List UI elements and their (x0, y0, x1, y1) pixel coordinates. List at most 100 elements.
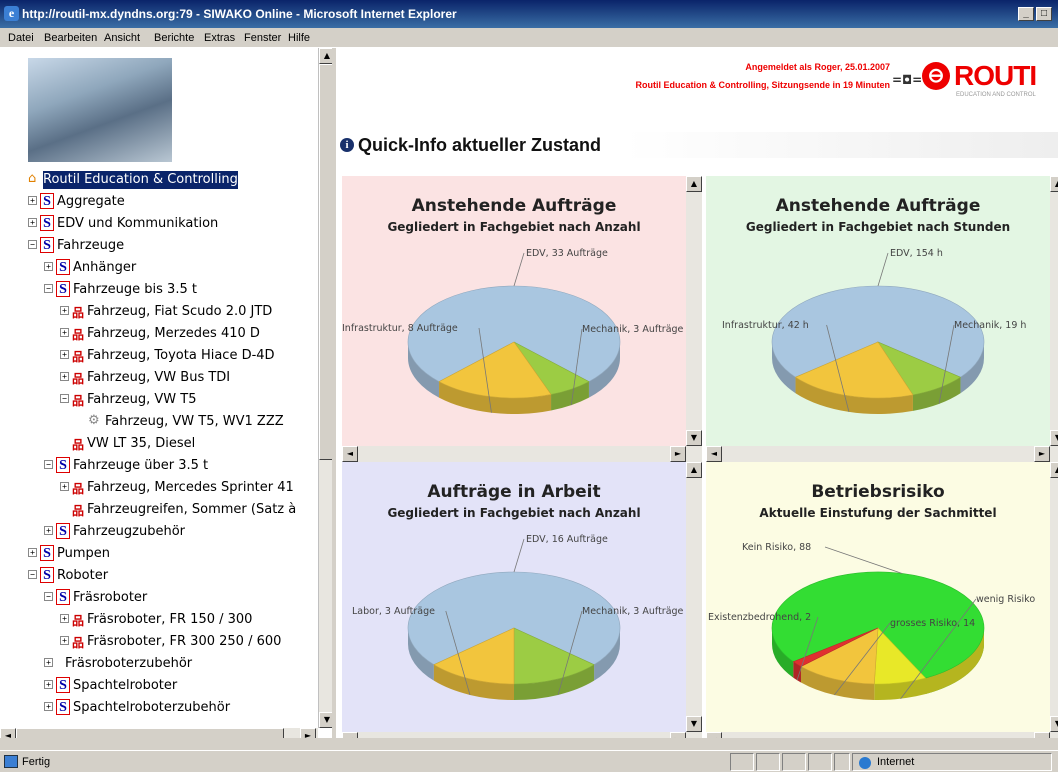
scroll-up-icon[interactable]: ▲ (1050, 176, 1058, 192)
org-icon: 品 (72, 350, 85, 364)
expand-icon[interactable]: + (60, 482, 69, 491)
status-segment (756, 753, 780, 771)
panel-vertical-scrollbar[interactable]: ▲▼ (686, 462, 702, 732)
tree-node-label: Fahrzeuge über 3.5 t (73, 458, 209, 473)
scroll-left-icon[interactable]: ◄ (0, 728, 16, 738)
collapse-icon[interactable]: − (60, 394, 69, 403)
navigation-pane: ⌂ Routil Education & Controlling + S Aggrega… (0, 48, 334, 738)
scroll-left-icon[interactable]: ◄ (342, 732, 358, 738)
ie-icon: e (4, 6, 19, 21)
scroll-down-icon[interactable]: ▼ (686, 430, 702, 446)
pie-label: grosses Risiko, 14 (890, 618, 975, 629)
scroll-left-icon[interactable]: ◄ (706, 732, 722, 738)
s-icon: S (56, 699, 70, 715)
collapse-icon[interactable]: − (28, 570, 37, 579)
scroll-right-icon[interactable]: ► (1034, 732, 1050, 738)
expand-icon[interactable]: + (60, 614, 69, 623)
org-icon: 品 (72, 438, 85, 452)
pie-label: Mechanik, 19 h (954, 320, 1026, 331)
scroll-right-icon[interactable]: ► (670, 732, 686, 738)
expand-icon[interactable]: + (44, 262, 53, 271)
expand-icon[interactable]: + (28, 218, 37, 227)
pie-label: Mechanik, 3 Aufträge (582, 606, 684, 617)
panel-horizontal-scrollbar[interactable]: ◄► (342, 446, 702, 462)
scroll-up-icon[interactable]: ▲ (1050, 462, 1058, 478)
chart-panel-offene-auftraege-stunden: Anstehende Aufträge Gegliedert in Fachgeb… (706, 176, 1058, 462)
expand-icon[interactable]: + (44, 702, 53, 711)
panel-horizontal-scrollbar[interactable]: ◄► (342, 732, 702, 738)
menu-extras[interactable]: Extras (204, 32, 235, 44)
scroll-up-icon[interactable]: ▲ (686, 462, 702, 478)
logo-text: ROUTI (954, 60, 1037, 91)
tree-node-label: Fahrzeug, VW T5, WV1 ZZZ (105, 414, 284, 429)
expand-icon[interactable]: + (60, 350, 69, 359)
leader-line (877, 252, 889, 287)
scroll-down-icon[interactable]: ▼ (1050, 430, 1058, 446)
pie-label: EDV, 33 Aufträge (526, 248, 608, 259)
menu-fenster[interactable]: Fenster (244, 32, 281, 44)
panel-vertical-scrollbar[interactable]: ▲▼ (1050, 176, 1058, 446)
scroll-left-icon[interactable]: ◄ (706, 446, 722, 462)
scroll-down-icon[interactable]: ▼ (1050, 716, 1058, 732)
tree-node-label: VW LT 35, Diesel (87, 436, 196, 451)
scroll-up-icon[interactable]: ▲ (686, 176, 702, 192)
chart-panel-offene-auftraege-anzahl: Anstehende Aufträge Gegliedert in Fachgeb… (342, 176, 702, 462)
expand-icon[interactable]: + (28, 196, 37, 205)
panel-vertical-scrollbar[interactable]: ▲▼ (686, 176, 702, 446)
collapse-icon[interactable]: − (28, 240, 37, 249)
scroll-right-icon[interactable]: ► (1034, 446, 1050, 462)
collapse-icon[interactable]: − (44, 284, 53, 293)
panel-vertical-scrollbar[interactable]: ▲▼ (1050, 462, 1058, 732)
pie-label: Infrastruktur, 8 Aufträge (342, 323, 458, 334)
collapse-icon[interactable]: − (44, 460, 53, 469)
scroll-right-icon[interactable]: ► (670, 446, 686, 462)
panel-horizontal-scrollbar[interactable]: ◄► (706, 446, 1058, 462)
s-icon: S (56, 523, 70, 539)
expand-icon[interactable]: + (60, 372, 69, 381)
nav-hscroll-thumb[interactable] (16, 728, 284, 738)
s-icon: S (56, 457, 70, 473)
minimize-button[interactable]: _ (1018, 7, 1034, 21)
tree-node-label: Fahrzeug, Mercedes Sprinter 41 (87, 480, 294, 495)
chart-panel-betriebsrisiko: Betriebsrisiko Aktuelle Einstufung der Sa… (706, 462, 1058, 738)
org-icon: 品 (72, 636, 85, 650)
scroll-down-icon[interactable]: ▼ (319, 712, 332, 728)
nav-horizontal-scrollbar[interactable]: ◄ ► (0, 728, 318, 738)
tree-node-label: Roboter (57, 568, 109, 583)
pie-label: Mechanik, 3 Aufträge (582, 324, 684, 335)
tree-node-label: Fahrzeuge (57, 238, 125, 253)
expand-icon[interactable]: + (44, 526, 53, 535)
tree-node-label: Fahrzeug, VW Bus TDI (87, 370, 231, 385)
expand-icon[interactable]: + (60, 306, 69, 315)
menu-datei[interactable]: Datei (8, 32, 34, 44)
menu-bearbeiten[interactable]: Bearbeiten (44, 32, 97, 44)
scroll-right-icon[interactable]: ► (300, 728, 316, 738)
nav-scroll-thumb[interactable] (319, 64, 332, 460)
logo-arrow-icon: ⊖ (922, 62, 950, 90)
expand-icon[interactable]: + (60, 636, 69, 645)
plug-icon: =◘= (892, 73, 923, 87)
panel-horizontal-scrollbar[interactable]: ◄► (706, 732, 1058, 738)
mechanic-photo (28, 58, 172, 162)
expand-icon[interactable]: + (44, 658, 53, 667)
expand-icon[interactable]: + (60, 328, 69, 337)
leader-line (824, 546, 903, 574)
nav-vertical-scrollbar[interactable]: ▲ ▼ (318, 48, 332, 728)
menu-berichte[interactable]: Berichte (154, 32, 194, 44)
tree-node-label: Spachtelroboterzubehör (73, 700, 231, 715)
content-pane: Angemeldet als Roger, 25.01.2007 Routil … (336, 48, 1058, 738)
scroll-left-icon[interactable]: ◄ (342, 446, 358, 462)
expand-icon[interactable]: + (44, 680, 53, 689)
expand-icon[interactable]: + (28, 548, 37, 557)
tree-node-label: Fahrzeug, Fiat Scudo 2.0 JTD (87, 304, 273, 319)
scroll-up-icon[interactable]: ▲ (319, 48, 332, 64)
org-icon: 品 (72, 372, 85, 386)
status-bar: Fertig Internet (0, 750, 1058, 772)
restore-button[interactable]: □ (1036, 7, 1052, 21)
scroll-down-icon[interactable]: ▼ (686, 716, 702, 732)
collapse-icon[interactable]: − (44, 592, 53, 601)
tree-node-label: Fräsroboter, FR 300 250 / 600 (87, 634, 282, 649)
menu-hilfe[interactable]: Hilfe (288, 32, 310, 44)
tree-node-label: Fahrzeugreifen, Sommer (Satz à (87, 502, 297, 517)
menu-ansicht[interactable]: Ansicht (104, 32, 140, 44)
